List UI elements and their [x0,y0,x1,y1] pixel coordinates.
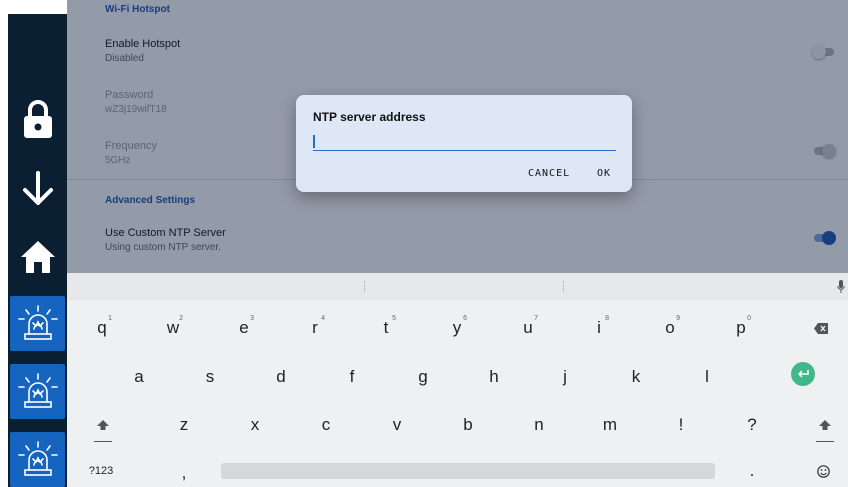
key-o[interactable]: o9 [650,313,690,343]
key-d[interactable]: d [261,362,301,392]
nav-rail [8,14,67,487]
ntp-dialog: NTP server address CANCEL OK [296,95,632,192]
arrow-down-icon[interactable] [8,160,67,218]
backspace-key[interactable] [801,313,841,343]
key-u[interactable]: u7 [508,313,548,343]
key-p[interactable]: p0 [721,313,761,343]
ntp-address-input[interactable] [313,133,616,151]
key-h[interactable]: h [474,362,514,392]
shift-key-left[interactable] [83,410,123,440]
key-l[interactable]: l [687,362,727,392]
key-i[interactable]: i8 [579,313,619,343]
key-e[interactable]: e3 [224,313,264,343]
key-n[interactable]: n [519,410,559,440]
enter-icon [797,370,809,378]
alarm-light-icon[interactable] [10,364,65,419]
shift-key-right[interactable] [805,410,845,440]
soft-keyboard: q1 w2 e3 r4 t5 y6 u7 i8 o9 p0 a s d f g … [67,273,848,487]
backspace-icon [814,322,828,334]
key-s[interactable]: s [190,362,230,392]
text-cursor [313,135,315,148]
key-g[interactable]: g [403,362,443,392]
key-b[interactable]: b [448,410,488,440]
key-c[interactable]: c [306,410,346,440]
key-r[interactable]: r4 [295,313,335,343]
emoji-icon [816,464,830,478]
enter-key[interactable] [791,362,815,386]
suggestion-divider [364,281,365,293]
mic-icon[interactable] [837,280,845,294]
key-exclamation[interactable]: ! [661,410,701,440]
comma-key[interactable]: , [164,458,204,487]
shift-underline [94,441,112,442]
key-q[interactable]: q1 [82,313,122,343]
key-a[interactable]: a [119,362,159,392]
spacebar[interactable] [221,463,715,479]
key-m[interactable]: m [590,410,630,440]
shift-underline [816,441,834,442]
shift-icon [819,420,831,430]
shift-icon [97,420,109,430]
key-z[interactable]: z [164,410,204,440]
key-k[interactable]: k [616,362,656,392]
emoji-key[interactable] [803,456,843,486]
dialog-title: NTP server address [313,110,426,124]
suggestion-strip [67,273,848,300]
key-t[interactable]: t5 [366,313,406,343]
alarm-light-icon[interactable] [10,296,65,351]
key-x[interactable]: x [235,410,275,440]
key-w[interactable]: w2 [153,313,193,343]
suggestion-divider [563,281,564,293]
period-key[interactable]: . [732,456,772,486]
cancel-button[interactable]: CANCEL [528,168,570,179]
ok-button[interactable]: OK [597,168,611,179]
key-question[interactable]: ? [732,410,772,440]
key-y[interactable]: y6 [437,313,477,343]
key-f[interactable]: f [332,362,372,392]
symbols-key[interactable]: ?123 [81,456,121,486]
home-icon[interactable] [8,228,67,286]
lock-icon[interactable] [8,90,67,148]
key-v[interactable]: v [377,410,417,440]
alarm-light-icon[interactable] [10,432,65,487]
key-j[interactable]: j [545,362,585,392]
